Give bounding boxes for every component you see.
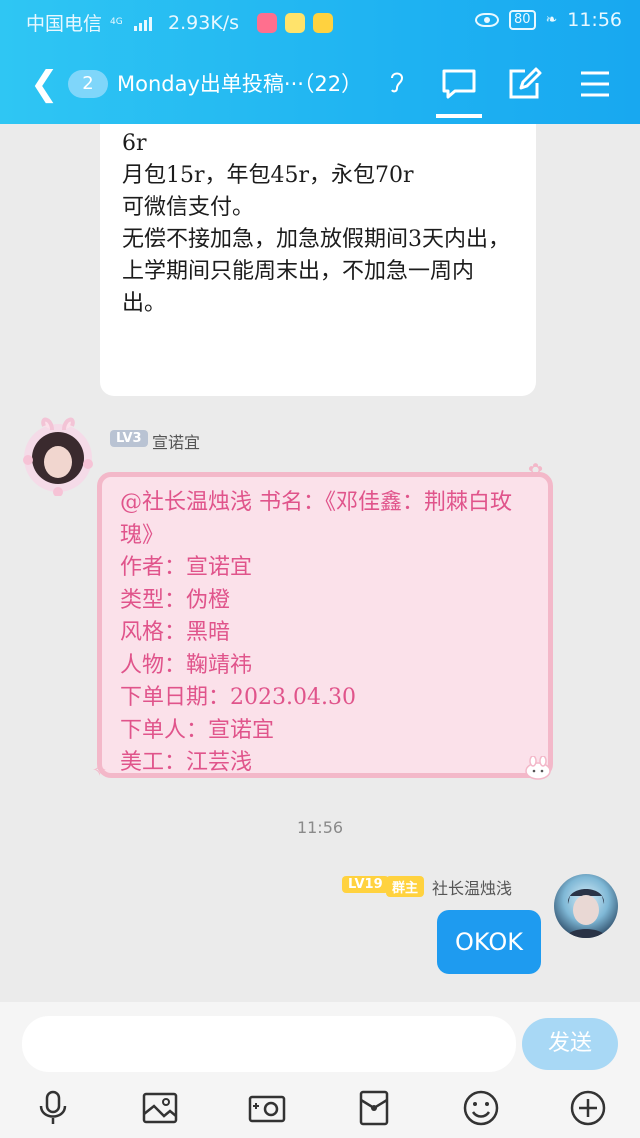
sender-name[interactable]: 社长温烛浅 <box>432 875 512 899</box>
sender-name[interactable]: 宣诺宜 <box>152 429 200 453</box>
status-bar: 中国电信 4G 2.93K/s 80 ❧ 11:56 <box>0 0 640 44</box>
battery-indicator: 80 <box>508 10 536 30</box>
input-toolbar <box>0 1082 640 1138</box>
menu-icon[interactable] <box>573 62 617 106</box>
message-text: @社长温烛浅 书名：《邓佳鑫：荆棘白玫瑰》 作者：宣诺宜 类型：伪橙 风格：黑暗… <box>120 490 512 775</box>
back-icon[interactable]: ❮ <box>30 64 59 104</box>
network-speed: 2.93K/s <box>168 11 240 34</box>
chat-title[interactable]: Monday出单投稿···（22） <box>117 70 362 98</box>
avatar[interactable] <box>18 416 98 497</box>
message-timestamp: 11:56 <box>296 818 344 837</box>
chat-area[interactable]: 6r 月包15r，年包45r，永包70r 可微信支付。 无偿不接加急，加急放假期… <box>0 124 640 1002</box>
charging-icon: ❧ <box>545 12 558 28</box>
image-icon[interactable] <box>138 1086 182 1130</box>
edit-icon[interactable] <box>503 62 547 106</box>
unread-count-badge[interactable]: 2 <box>68 70 108 98</box>
send-button[interactable]: 发送 <box>522 1018 618 1070</box>
app-notification-icon <box>313 12 334 33</box>
app-notification-icon <box>257 12 278 33</box>
emoji-icon[interactable] <box>459 1086 503 1130</box>
signal-icon <box>134 15 153 31</box>
microphone-icon[interactable] <box>31 1086 75 1130</box>
owner-badge: 群主 <box>386 876 425 897</box>
message-text: 6r 月包15r，年包45r，永包70r 可微信支付。 无偿不接加急，加急放假期… <box>122 131 510 316</box>
red-packet-icon[interactable] <box>352 1086 396 1130</box>
bubble-corner-deco-icon: ✧ <box>92 760 108 781</box>
level-badge: LV19 <box>342 876 389 893</box>
input-bar: 发送 <box>0 1002 640 1082</box>
plus-icon[interactable] <box>566 1086 610 1130</box>
bubble-corner-deco-icon: ✿ <box>528 460 544 481</box>
network-type: 4G <box>110 17 123 27</box>
message-input[interactable] <box>22 1016 516 1072</box>
chat-nav-bar: ❮ 2 Monday出单投稿···（22） <box>0 50 640 120</box>
earpiece-mode-icon <box>388 70 406 99</box>
bunny-deco-icon <box>524 755 552 780</box>
carrier-label: 中国电信 <box>26 13 103 35</box>
header: 中国电信 4G 2.93K/s 80 ❧ 11:56 ❮ 2 Monday出单投… <box>0 0 640 124</box>
clock: 11:56 <box>567 9 622 31</box>
eye-comfort-icon <box>474 13 499 27</box>
level-badge: LV3 <box>110 430 148 447</box>
active-tab-indicator <box>436 114 482 118</box>
camera-icon[interactable] <box>245 1086 289 1130</box>
message-bubble[interactable]: 6r 月包15r，年包45r，永包70r 可微信支付。 无偿不接加急，加急放假期… <box>100 124 536 396</box>
chat-bubble-icon[interactable] <box>437 62 481 106</box>
app-notification-icon <box>285 12 306 33</box>
message-bubble-self[interactable]: OKOK <box>437 910 541 974</box>
message-bubble-decorated[interactable]: @社长温烛浅 书名：《邓佳鑫：荆棘白玫瑰》 作者：宣诺宜 类型：伪橙 风格：黑暗… <box>97 472 553 778</box>
avatar[interactable] <box>554 874 618 938</box>
